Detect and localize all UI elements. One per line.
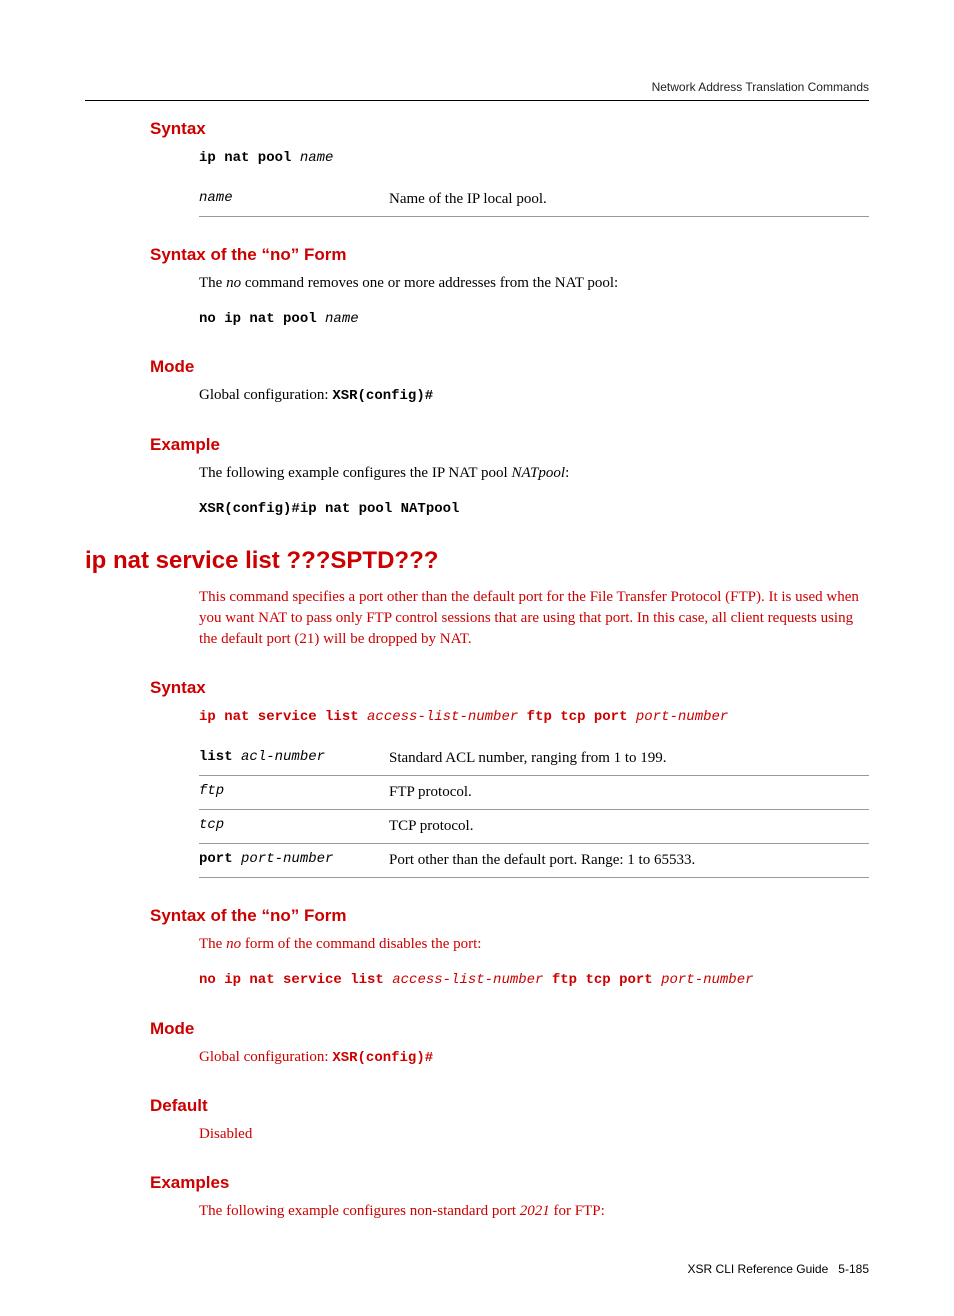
text-italic: no xyxy=(226,936,241,952)
header-rule xyxy=(85,100,869,101)
param-arg-italic: port-number xyxy=(241,851,333,867)
text-pre: The xyxy=(199,275,226,291)
noform-text-2: The no form of the command disables the … xyxy=(199,934,869,955)
mode-label: Global configuration: xyxy=(199,1049,332,1065)
heading-syntax: Syntax xyxy=(150,119,869,139)
mode-prompt: XSR(config)# xyxy=(332,388,433,404)
cmd-keyword: ip nat pool xyxy=(199,150,300,166)
heading-syntax-2: Syntax xyxy=(150,678,869,698)
heading-examples: Examples xyxy=(150,1173,869,1193)
table-row: port port-number Port other than the def… xyxy=(199,843,869,877)
param-table: list acl-number Standard ACL number, ran… xyxy=(199,742,869,878)
param-desc: FTP protocol. xyxy=(389,775,869,809)
mode-text: Global configuration: XSR(config)# xyxy=(199,385,869,407)
table-row: name Name of the IP local pool. xyxy=(199,183,869,217)
param-arg-italic: ftp xyxy=(199,783,224,799)
footer-page: 5-185 xyxy=(838,1262,869,1276)
text-pre: The xyxy=(199,936,226,952)
table-row: tcp TCP protocol. xyxy=(199,809,869,843)
heading-mode-2: Mode xyxy=(150,1019,869,1039)
cmd-keyword: ftp tcp port xyxy=(518,709,636,725)
param-table: name Name of the IP local pool. xyxy=(199,183,869,217)
param-table-wrap-2: list acl-number Standard ACL number, ran… xyxy=(199,742,869,878)
example-command: XSR(config)#ip nat pool NATpool xyxy=(199,498,869,520)
example-text: The following example configures the IP … xyxy=(199,463,869,484)
cmd-keyword: ftp tcp port xyxy=(543,972,661,988)
heading-noform: Syntax of the “no” Form xyxy=(150,245,869,265)
text-post: : xyxy=(565,465,569,481)
param-arg-italic: acl-number xyxy=(241,749,325,765)
heading-mode: Mode xyxy=(150,357,869,377)
cmd-line: XSR(config)#ip nat pool NATpool xyxy=(199,501,459,517)
text-pre: The following example configures non-sta… xyxy=(199,1203,520,1219)
noform-command-2: no ip nat service list access-list-numbe… xyxy=(199,969,869,991)
param-arg-italic: tcp xyxy=(199,817,224,833)
cmd-keyword: ip nat service list xyxy=(199,709,367,725)
text-post: for FTP: xyxy=(550,1203,605,1219)
cmd-keyword: no ip nat pool xyxy=(199,311,325,327)
noform-text: The no command removes one or more addre… xyxy=(199,273,869,294)
noform-command: no ip nat pool name xyxy=(199,308,869,330)
param-desc: Port other than the default port. Range:… xyxy=(389,843,869,877)
text-pre: The following example configures the IP … xyxy=(199,465,511,481)
text-italic: 2021 xyxy=(520,1203,550,1219)
text-italic: NATpool xyxy=(511,465,565,481)
default-value: Disabled xyxy=(199,1124,869,1145)
cmd-arg: name xyxy=(300,150,334,166)
page-container: Network Address Translation Commands Syn… xyxy=(0,0,954,1316)
mode-prompt: XSR(config)# xyxy=(332,1050,433,1066)
cmd-arg: access-list-number xyxy=(367,709,518,725)
text-post: form of the command disables the port: xyxy=(241,936,481,952)
heading-noform-2: Syntax of the “no” Form xyxy=(150,906,869,926)
heading-example: Example xyxy=(150,435,869,455)
param-arg-bold: list xyxy=(199,749,241,765)
syntax-command: ip nat pool name xyxy=(199,147,869,169)
footer-title: XSR CLI Reference Guide xyxy=(688,1262,829,1276)
mode-text-2: Global configuration: XSR(config)# xyxy=(199,1047,869,1069)
param-arg: name xyxy=(199,190,233,206)
param-table-wrap: name Name of the IP local pool. xyxy=(199,183,869,217)
param-desc: TCP protocol. xyxy=(389,809,869,843)
syntax-command-2: ip nat service list access-list-number f… xyxy=(199,706,869,728)
command-title: ip nat service list ???SPTD??? xyxy=(85,547,869,575)
cmd-keyword: no ip nat service list xyxy=(199,972,392,988)
examples-text: The following example configures non-sta… xyxy=(199,1201,869,1222)
mode-label: Global configuration: xyxy=(199,387,332,403)
cmd-arg: port-number xyxy=(636,709,728,725)
heading-default: Default xyxy=(150,1096,869,1116)
table-row: ftp FTP protocol. xyxy=(199,775,869,809)
cmd-arg: access-list-number xyxy=(392,972,543,988)
param-desc: Name of the IP local pool. xyxy=(389,183,869,217)
text-italic: no xyxy=(226,275,241,291)
table-row: list acl-number Standard ACL number, ran… xyxy=(199,742,869,776)
cmd-arg: name xyxy=(325,311,359,327)
param-desc: Standard ACL number, ranging from 1 to 1… xyxy=(389,742,869,776)
text-post: command removes one or more addresses fr… xyxy=(241,275,618,291)
param-arg-bold: port xyxy=(199,851,241,867)
command-intro: This command specifies a port other than… xyxy=(199,587,869,650)
running-head: Network Address Translation Commands xyxy=(85,80,869,94)
cmd-arg: port-number xyxy=(661,972,753,988)
page-footer: XSR CLI Reference Guide 5-185 xyxy=(85,1262,869,1276)
